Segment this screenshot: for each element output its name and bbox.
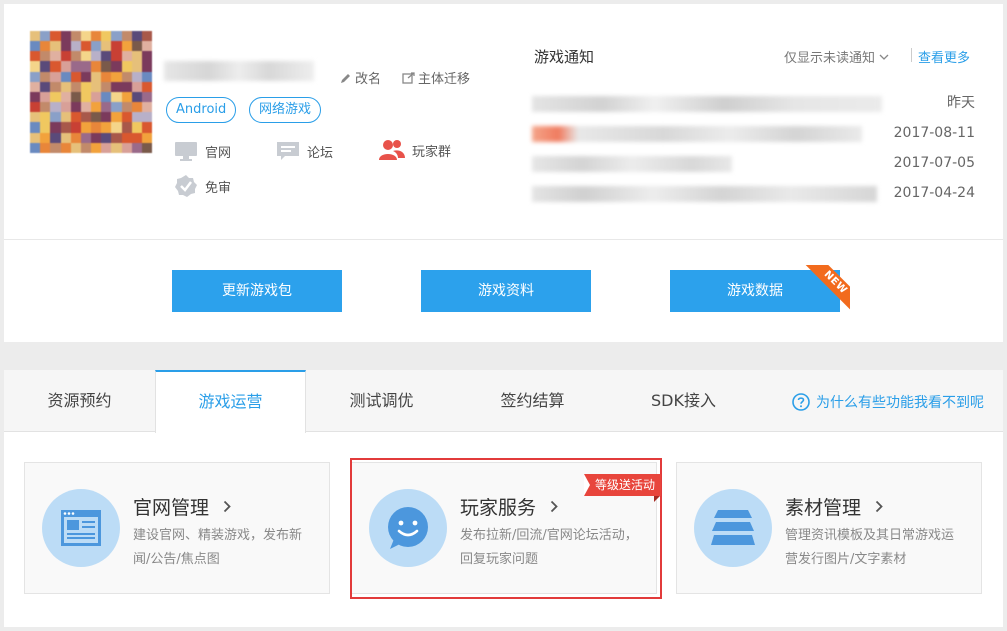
notice-item[interactable]: 2017-07-05 (532, 152, 975, 174)
feature-title: 素材管理 (785, 493, 883, 520)
update-package-button[interactable]: 更新游戏包 (172, 270, 342, 312)
help-link[interactable]: 为什么有些功能我看不到呢 (792, 392, 984, 412)
tab-resource-reservation[interactable]: 资源预约 (4, 370, 155, 432)
tab-testing[interactable]: 测试调优 (306, 370, 457, 432)
notice-item[interactable]: 昨天 (532, 92, 975, 114)
notice-item[interactable]: 2017-04-24 (532, 182, 975, 204)
free-review-label: 免审 (205, 180, 232, 196)
player-group-label: 玩家群 (412, 144, 452, 160)
feature-title-text: 素材管理 (785, 497, 862, 519)
panel-divider (4, 239, 1003, 240)
notice-text-redacted (532, 126, 862, 142)
feature-card-assets[interactable]: 素材管理 管理资讯模板及其日常游戏运营发行图片/文字素材 (676, 462, 982, 594)
level-event-badge: 等级送活动 (584, 474, 662, 496)
game-info-panel: 改名 主体迁移 Android 网络游戏 官网 论坛 玩家群 免审 游戏通知 仅… (4, 4, 1003, 342)
rename-link[interactable]: 改名 (340, 68, 381, 87)
chevron-right-icon (223, 500, 231, 513)
game-name-redacted (164, 61, 314, 81)
verified-badge-icon (175, 175, 197, 197)
game-avatar (30, 31, 152, 153)
monitor-icon (175, 142, 197, 161)
help-icon (792, 393, 810, 411)
notice-text-redacted (532, 186, 877, 202)
game-info-button[interactable]: 游戏资料 (421, 270, 591, 312)
feature-title-text: 官网管理 (133, 497, 210, 519)
notice-date: 2017-08-11 (893, 125, 975, 141)
users-icon (379, 140, 405, 160)
notice-date: 昨天 (947, 95, 975, 111)
chevron-down-icon (879, 54, 889, 60)
tab-contract-settlement[interactable]: 签约结算 (457, 370, 608, 432)
website-link[interactable]: 官网 (174, 141, 231, 161)
layers-icon (694, 489, 772, 567)
platform-tag: Android (166, 97, 237, 123)
tab-sdk-integration[interactable]: SDK接入 (608, 370, 759, 432)
feature-desc: 管理资讯模板及其日常游戏运营发行图片/文字素材 (785, 528, 955, 567)
notice-date: 2017-04-24 (893, 185, 975, 201)
notice-filter-dropdown[interactable]: 仅显示未读通知 (784, 47, 889, 66)
notice-date: 2017-07-05 (893, 155, 975, 171)
help-label: 为什么有些功能我看不到呢 (816, 395, 984, 411)
website-label: 官网 (205, 145, 232, 161)
notice-text-redacted (532, 156, 732, 172)
tab-game-operations[interactable]: 游戏运营 (155, 370, 306, 433)
feature-title: 官网管理 (133, 493, 231, 520)
genre-tag: 网络游戏 (249, 97, 322, 123)
player-group-link[interactable]: 玩家群 (379, 139, 451, 161)
notice-more-link[interactable]: 查看更多 (918, 47, 970, 66)
tab-bar: 资源预约 游戏运营 测试调优 签约结算 SDK接入 为什么有些功能我看不到呢 (4, 370, 1003, 433)
pencil-icon (341, 73, 350, 83)
webpage-icon (42, 489, 120, 567)
notice-item[interactable]: 2017-08-11 (532, 122, 975, 144)
migrate-link[interactable]: 主体迁移 (402, 68, 470, 87)
comment-icon (277, 142, 299, 160)
new-badge: NEW (804, 265, 850, 311)
notice-text-redacted (532, 96, 882, 112)
rename-label: 改名 (355, 72, 382, 87)
notice-filter-label: 仅显示未读通知 (784, 51, 876, 66)
badge-fold (654, 496, 660, 502)
chevron-right-icon (875, 500, 883, 513)
new-badge-label: NEW (804, 265, 850, 311)
features-panel: 资源预约 游戏运营 测试调优 签约结算 SDK接入 为什么有些功能我看不到呢 官… (4, 370, 1003, 627)
feature-card-website[interactable]: 官网管理 建设官网、精装游戏，发布新闻/公告/焦点图 (24, 462, 330, 594)
forum-label: 论坛 (307, 145, 334, 161)
export-icon (402, 71, 415, 84)
forum-link[interactable]: 论坛 (276, 141, 333, 161)
free-review-badge: 免审 (174, 174, 231, 198)
notice-separator (911, 48, 912, 62)
notice-title: 游戏通知 (534, 48, 595, 66)
migrate-label: 主体迁移 (418, 72, 471, 87)
feature-desc: 建设官网、精装游戏，发布新闻/公告/焦点图 (133, 528, 303, 567)
